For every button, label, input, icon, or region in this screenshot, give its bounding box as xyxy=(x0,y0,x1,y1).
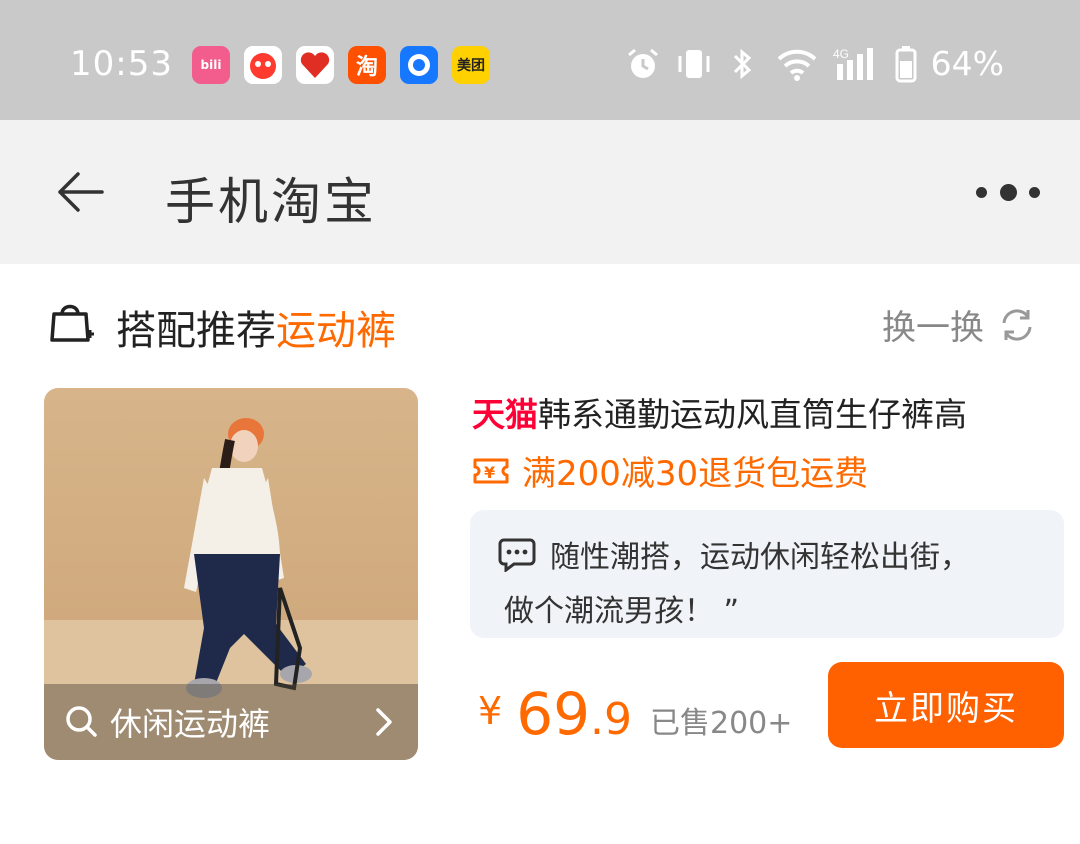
product-image[interactable]: 休闲运动裤 xyxy=(44,388,418,760)
app-header: 手机淘宝 xyxy=(0,120,1080,264)
pinduoduo-app-icon xyxy=(296,46,334,84)
review-quote-box: 随性潮搭，运动休闲轻松出街， 做个潮流男孩！ ” xyxy=(470,510,1064,638)
section-title: 搭配推荐运动裤 xyxy=(116,298,396,356)
wifi-icon xyxy=(777,49,817,81)
promo-row: ¥ 满200减30退货包运费 xyxy=(472,446,868,495)
more-dot-icon xyxy=(976,186,987,198)
bilibili-app-icon: bili xyxy=(192,46,230,84)
review-quote-line-2: 做个潮流男孩！ ” xyxy=(504,594,740,629)
product-title[interactable]: 天猫韩系通勤运动风直筒生仔裤高 xyxy=(472,388,1032,436)
shopping-bag-icon xyxy=(50,304,94,342)
battery-icon xyxy=(895,45,917,82)
refresh-icon xyxy=(1002,308,1032,341)
price-decimal: .9 xyxy=(590,694,632,745)
signal-icon: 4G xyxy=(833,47,873,80)
chat-bubble-icon xyxy=(498,538,536,572)
product-price: ¥69.9 xyxy=(478,680,632,748)
refresh-label: 换一换 xyxy=(882,308,984,348)
status-bar: 10:53 bili 淘 美团 4G 64% xyxy=(0,0,1080,120)
more-options-button[interactable] xyxy=(976,176,1040,208)
refresh-button[interactable]: 换一换 xyxy=(882,300,1036,349)
svg-text:4G: 4G xyxy=(833,47,849,61)
alarm-icon xyxy=(627,48,658,78)
section-title-prefix: 搭配推荐 xyxy=(116,308,276,354)
promo-text: 满200减30退货包运费 xyxy=(522,454,869,494)
alipay-app-icon xyxy=(400,46,438,84)
image-search-bar[interactable]: 休闲运动裤 xyxy=(44,684,418,760)
recommend-section-header: 搭配推荐运动裤 换一换 xyxy=(46,296,1036,354)
tmall-app-icon xyxy=(244,46,282,84)
image-search-label: 休闲运动裤 xyxy=(110,705,271,743)
sold-count: 已售200+ xyxy=(650,706,793,741)
search-icon xyxy=(66,706,97,737)
page-title: 手机淘宝 xyxy=(165,173,377,231)
section-title-highlight: 运动裤 xyxy=(276,308,396,354)
vibrate-icon xyxy=(678,49,710,78)
more-dot-icon xyxy=(1029,186,1040,198)
back-button[interactable] xyxy=(52,166,108,218)
meituan-app-icon: 美团 xyxy=(452,46,490,84)
chevron-right-icon xyxy=(376,708,392,736)
price-integer: 69 xyxy=(516,680,590,748)
product-title-text: 韩系通勤运动风直筒生仔裤高 xyxy=(538,395,967,434)
tmall-badge: 天猫 xyxy=(472,395,538,434)
svg-text:¥: ¥ xyxy=(484,463,495,482)
buy-now-button[interactable]: 立即购买 xyxy=(828,662,1064,748)
battery-percent: 64% xyxy=(930,44,1004,83)
coupon-icon: ¥ xyxy=(473,458,509,483)
bluetooth-icon xyxy=(733,48,751,79)
taobao-app-icon: 淘 xyxy=(348,46,386,84)
status-time: 10:53 xyxy=(70,44,173,84)
more-dot-icon xyxy=(999,183,1017,201)
review-quote-line-1: 随性潮搭，运动休闲轻松出街， xyxy=(550,540,970,575)
status-icons: 4G 64% xyxy=(625,44,1004,83)
back-arrow-icon xyxy=(58,172,104,212)
currency-symbol: ¥ xyxy=(478,689,503,733)
